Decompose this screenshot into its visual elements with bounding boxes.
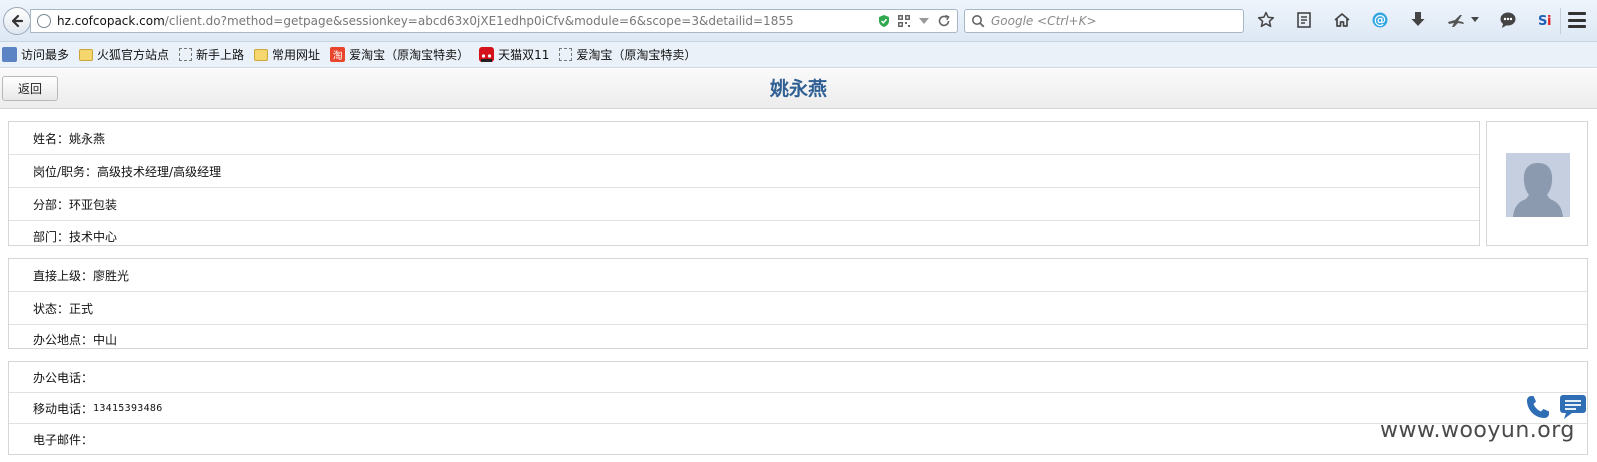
info-row-name: 姓名： 姚永燕 <box>9 122 1479 155</box>
qr-code-icon[interactable] <box>897 14 911 28</box>
star-bookmark-icon[interactable] <box>1256 10 1276 30</box>
info-row-mobile-phone: 移动电话： 13415393486 <box>9 393 1587 424</box>
info-row-email: 电子邮件： <box>9 424 1587 455</box>
bookmark-label: 火狐官方站点 <box>97 48 170 62</box>
bookmark-label: 天猫双11 <box>498 48 550 62</box>
field-label: 办公电话： <box>33 370 94 385</box>
field-value-supervisor[interactable]: 廖胜光 <box>93 267 129 284</box>
svg-text:i: i <box>1547 14 1551 29</box>
basic-info-card: 姓名： 姚永燕 岗位/职务： 高级技术经理/高级经理 分部： 环亚包装 部门： … <box>8 121 1480 246</box>
url-path: /client.do?method=getpage&sessionkey=abc… <box>164 14 794 28</box>
field-value-branch: 环亚包装 <box>69 197 118 212</box>
bookmark-common-sites[interactable]: 常用网址 <box>254 46 320 63</box>
reload-icon[interactable] <box>937 14 951 28</box>
most-visited-icon <box>2 47 17 62</box>
search-icon <box>971 14 985 28</box>
address-bar[interactable]: hz.cofcopack.com/client.do?method=getpag… <box>30 9 958 33</box>
at-sign-icon[interactable]: @ <box>1370 10 1390 30</box>
bookmark-label: 常用网址 <box>272 48 321 62</box>
chevron-down-icon[interactable] <box>1470 10 1480 30</box>
field-label: 分部： <box>33 197 70 212</box>
field-value-name: 姚永燕 <box>69 131 106 146</box>
reading-list-icon[interactable] <box>1294 10 1314 30</box>
bookmark-label: 爱淘宝（原淘宝特卖） <box>576 48 697 62</box>
field-label: 岗位/职务： <box>33 164 98 179</box>
send-message-icon[interactable] <box>1558 393 1588 421</box>
globe-icon <box>37 14 51 28</box>
url-text[interactable]: hz.cofcopack.com/client.do?method=getpag… <box>57 14 877 28</box>
field-label: 办公地点： <box>33 333 94 347</box>
info-row-office-phone: 办公电话： <box>9 362 1587 393</box>
browser-toolbar: hz.cofcopack.com/client.do?method=getpag… <box>0 0 1597 42</box>
back-button[interactable]: 返回 <box>2 76 58 101</box>
home-icon[interactable] <box>1332 10 1352 30</box>
bookmarks-bar: 访问最多 火狐官方站点 新手上路 常用网址 淘 爱淘宝（原淘宝特卖） 天猫双11… <box>0 42 1597 68</box>
page-icon <box>559 48 573 61</box>
taobao-icon: 淘 <box>330 47 346 62</box>
bookmark-ai-taobao[interactable]: 淘 爱淘宝（原淘宝特卖） <box>330 46 469 63</box>
bookmark-most-visited[interactable]: 访问最多 <box>2 46 69 63</box>
bookmark-firefox-official[interactable]: 火狐官方站点 <box>79 46 169 63</box>
call-phone-icon[interactable] <box>1524 393 1552 421</box>
field-label: 姓名： <box>33 131 70 146</box>
search-bar[interactable]: Google <Ctrl+K> <box>964 9 1244 33</box>
bookmark-ai-taobao-2[interactable]: 爱淘宝（原淘宝特卖） <box>559 46 696 63</box>
bookmark-label: 爱淘宝（原淘宝特卖） <box>349 48 470 62</box>
watermark: www.wooyun.org <box>1380 418 1575 443</box>
bookmark-label: 访问最多 <box>21 48 70 62</box>
avatar-frame <box>1486 121 1588 246</box>
page-header: 姚永燕 返回 <box>0 69 1597 109</box>
avatar[interactable] <box>1506 153 1570 217</box>
field-value-department: 技术中心 <box>69 230 118 244</box>
contact-info-card: 办公电话： 移动电话： 13415393486 电子邮件： <box>8 361 1588 455</box>
plane-extension-icon[interactable] <box>1446 10 1466 30</box>
folder-icon <box>79 48 94 61</box>
shield-check-icon[interactable] <box>877 14 891 28</box>
tmall-icon <box>479 47 495 62</box>
field-value-mobile-phone[interactable]: 13415393486 <box>93 403 163 414</box>
page-title: 姚永燕 <box>769 78 827 100</box>
field-label: 直接上级： <box>33 268 94 283</box>
bookmark-tmall-double11[interactable]: 天猫双11 <box>479 46 549 63</box>
download-icon[interactable] <box>1408 10 1428 30</box>
hamburger-menu-icon[interactable] <box>1568 12 1586 28</box>
organization-info-card: 直接上级： 廖胜光 状态： 正式 办公地点： 中山 <box>8 258 1588 349</box>
folder-icon <box>254 48 269 61</box>
arrow-left-icon <box>11 14 24 28</box>
browser-back-button[interactable] <box>3 7 31 35</box>
info-row-position: 岗位/职务： 高级技术经理/高级经理 <box>9 155 1479 188</box>
dropdown-triangle-icon[interactable] <box>917 14 931 28</box>
info-row-branch: 分部： 环亚包装 <box>9 188 1479 221</box>
page-icon <box>179 48 193 61</box>
info-row-supervisor: 直接上级： 廖胜光 <box>9 259 1587 292</box>
field-label: 电子邮件： <box>33 433 94 447</box>
search-placeholder: Google <Ctrl+K> <box>991 14 1097 28</box>
info-row-status: 状态： 正式 <box>9 292 1587 325</box>
si-logo-icon[interactable]: Si <box>1536 10 1556 30</box>
toolbar-separator <box>1560 8 1561 34</box>
svg-text:S: S <box>1538 14 1547 29</box>
field-value-position: 高级技术经理/高级经理 <box>97 164 222 179</box>
svg-text:@: @ <box>1374 13 1386 27</box>
field-label: 移动电话： <box>33 401 94 416</box>
field-value-status: 正式 <box>69 301 94 316</box>
info-row-office-location: 办公地点： 中山 <box>9 325 1587 349</box>
bookmark-label: 新手上路 <box>196 48 245 62</box>
field-label: 部门： <box>33 230 70 244</box>
chat-bubble-icon[interactable] <box>1498 10 1518 30</box>
field-value-office-location: 中山 <box>93 333 118 347</box>
field-label: 状态： <box>33 301 70 316</box>
info-row-department: 部门： 技术中心 <box>9 221 1479 246</box>
person-silhouette-icon <box>1506 153 1570 217</box>
bookmark-getting-started[interactable]: 新手上路 <box>179 46 244 63</box>
url-domain: hz.cofcopack.com <box>57 14 165 28</box>
